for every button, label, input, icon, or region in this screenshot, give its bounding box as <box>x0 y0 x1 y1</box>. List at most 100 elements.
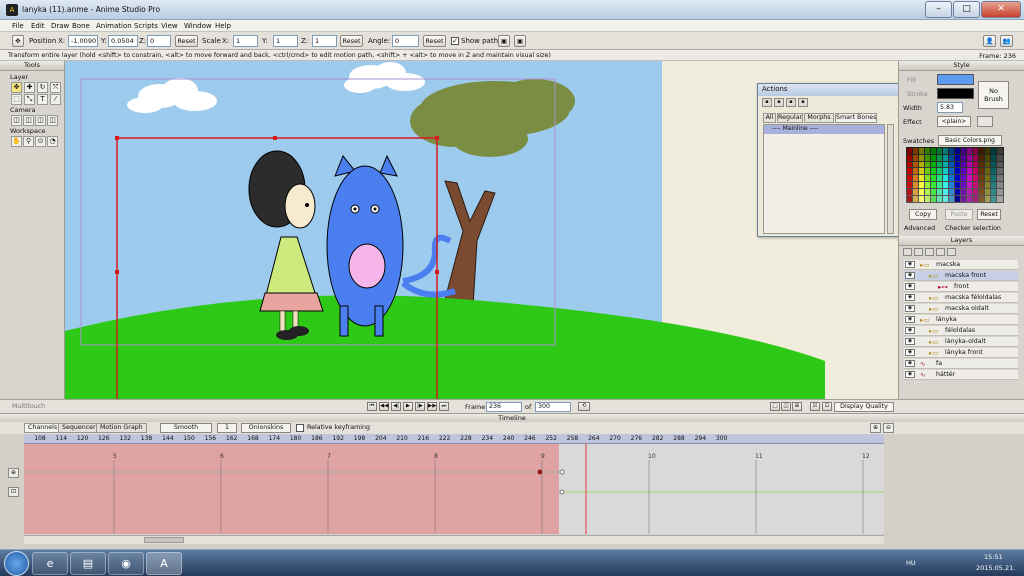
view-single-icon[interactable]: □ <box>770 402 780 411</box>
layer-row[interactable]: ◉ ▸▭ lányka-oldalt <box>904 337 1018 347</box>
shear-tool-icon[interactable]: ⤧ <box>50 82 61 93</box>
tab-morphs[interactable]: Morphs <box>804 113 834 123</box>
perspective-tool-icon[interactable]: ⤡ <box>24 94 35 105</box>
loop-button[interactable]: ⟲ <box>578 402 590 411</box>
swatch[interactable] <box>996 194 1004 204</box>
display-quality-button[interactable]: Display Quality <box>834 402 894 412</box>
prev-key-button[interactable]: ◀| <box>391 402 401 411</box>
frame-field[interactable]: 236 <box>486 402 522 412</box>
total-frames-field[interactable]: 300 <box>535 402 571 412</box>
position-z-field[interactable]: 0 <box>147 35 171 47</box>
scale-x-field[interactable]: 1 <box>233 35 258 47</box>
visibility-eye-icon[interactable]: ◉ <box>905 305 915 312</box>
clock-date[interactable]: 2015.05.21. <box>976 564 1015 572</box>
view-split-icon[interactable]: ◫ <box>781 402 791 411</box>
close-button[interactable]: ✕ <box>981 1 1021 18</box>
swatch[interactable] <box>996 160 1004 170</box>
swatch[interactable] <box>996 153 1004 163</box>
rotate-workspace-tool-icon[interactable]: ⊙ <box>35 136 46 147</box>
visibility-eye-icon[interactable]: ◉ <box>905 272 915 279</box>
visibility-eye-icon[interactable]: ◉ <box>905 283 915 290</box>
visibility-eye-icon[interactable]: ◉ <box>905 327 915 334</box>
menu-bone[interactable]: Bone <box>72 22 90 30</box>
new-layer-icon[interactable] <box>903 248 912 256</box>
eyedropper-tool-icon[interactable]: ⁄ <box>50 94 61 105</box>
scale-reset-button[interactable]: Reset <box>340 35 363 47</box>
checker-selection-checkbox[interactable]: Checker selection <box>945 225 1001 232</box>
position-x-field[interactable]: -1.0090 <box>68 35 98 47</box>
menu-view[interactable]: View <box>161 22 178 30</box>
visibility-eye-icon[interactable]: ◉ <box>905 261 915 268</box>
transform-layer-icon[interactable]: ✥ <box>12 35 24 47</box>
visibility-eye-icon[interactable]: ◉ <box>905 349 915 356</box>
fit-view-icon[interactable]: ⊡ <box>822 402 832 411</box>
ie-icon[interactable]: e <box>32 552 68 575</box>
angle-reset-button[interactable]: Reset <box>423 35 446 47</box>
hand-tool-icon[interactable]: ✋ <box>11 136 22 147</box>
start-button-icon[interactable] <box>4 551 29 576</box>
step-forward-button[interactable]: ▶▶ <box>427 402 437 411</box>
play-button[interactable]: ▶ <box>403 402 413 411</box>
actions-window[interactable]: Actions ▪ ▪ ▪ ▪ All Regular Morphs Smart… <box>757 83 899 237</box>
rewind-button[interactable]: ⏮ <box>367 402 377 411</box>
no-brush-button[interactable]: No Brush <box>978 81 1009 109</box>
layer-options-icon[interactable] <box>947 248 956 256</box>
style-reset-button[interactable]: Reset <box>977 209 1001 220</box>
fill-swatch[interactable] <box>937 74 974 85</box>
set-origin-tool-icon[interactable]: ✚ <box>24 82 35 93</box>
anime-studio-icon[interactable]: A <box>146 552 182 575</box>
view-quad-icon[interactable]: ⊞ <box>792 402 802 411</box>
user-icon[interactable]: 👤 <box>983 35 996 47</box>
menu-file[interactable]: File <box>12 22 24 30</box>
layer-row[interactable]: ◉ ▸▭ macska <box>904 260 1018 270</box>
angle-field[interactable]: 0 <box>392 35 419 47</box>
end-button[interactable]: ⏭ <box>439 402 449 411</box>
timeline-scrollbar[interactable] <box>24 535 884 544</box>
layer-row[interactable]: ◉ ∿ fa <box>904 359 1018 369</box>
visibility-eye-icon[interactable]: ◉ <box>905 371 915 378</box>
interval-dropdown[interactable]: 1 <box>217 423 237 433</box>
scale-z-field[interactable]: 1 <box>312 35 337 47</box>
swatch-palette[interactable] <box>906 147 1004 204</box>
new-action-icon[interactable]: ▪ <box>762 98 772 107</box>
visibility-eye-icon[interactable]: ◉ <box>905 294 915 301</box>
minimize-button[interactable]: – <box>925 1 952 18</box>
scale-y-field[interactable]: 1 <box>273 35 298 47</box>
effect-dropdown[interactable]: <plain> <box>937 116 971 127</box>
delete-layer-icon[interactable] <box>925 248 934 256</box>
users-icon[interactable]: 👥 <box>1000 35 1013 47</box>
layer-row[interactable]: ◉ ▸▭ macska front <box>904 271 1018 281</box>
duplicate-action-icon[interactable]: ▪ <box>774 98 784 107</box>
step-back-button[interactable]: ◀◀ <box>379 402 389 411</box>
tab-motion-graph[interactable]: Motion Graph <box>96 423 147 433</box>
visibility-eye-icon[interactable]: ◉ <box>905 360 915 367</box>
swatch[interactable] <box>996 167 1004 176</box>
swatches-dropdown[interactable]: Basic Colors.png <box>938 135 1002 146</box>
paste-button[interactable]: Paste <box>945 209 973 220</box>
relative-keyframing-checkbox[interactable] <box>296 424 304 432</box>
timeline-track-graphics[interactable]: 5 6 7 8 9 10 11 12 <box>24 444 884 534</box>
maximize-button[interactable]: □ <box>953 1 980 18</box>
scrollbar-thumb[interactable] <box>144 537 184 543</box>
swatch[interactable] <box>996 174 1004 183</box>
layer-row[interactable]: ◉ ▸⊶ front <box>904 282 1018 292</box>
width-field[interactable]: 5.83 <box>937 102 963 113</box>
zoom-camera-tool-icon[interactable]: ◫ <box>23 115 34 126</box>
path-option-2-icon[interactable]: ▣ <box>514 35 526 47</box>
menu-scripts[interactable]: Scripts <box>134 22 158 30</box>
track-camera-tool-icon[interactable]: ◫ <box>11 115 22 126</box>
interpolation-dropdown[interactable]: Smooth <box>160 423 212 433</box>
tab-regular[interactable]: Regular <box>777 113 803 123</box>
zoom-out-icon[interactable]: ⊖ <box>883 423 894 433</box>
orbit-workspace-tool-icon[interactable]: ◔ <box>47 136 58 147</box>
transform-layer-tool-icon[interactable]: ✥ <box>11 82 22 93</box>
swatch[interactable] <box>996 187 1004 197</box>
language-indicator[interactable]: HU <box>906 559 916 567</box>
layer-row[interactable]: ◉ ▸▭ lányka front <box>904 348 1018 358</box>
tab-all[interactable]: All <box>763 113 776 123</box>
layer-settings-icon[interactable] <box>936 248 945 256</box>
layer-row[interactable]: ◉ ▸▭ macska oldalt <box>904 304 1018 314</box>
layer-row[interactable]: ◉ ▸▭ macska féloldalas <box>904 293 1018 303</box>
zoom-in-icon[interactable]: ⊕ <box>870 423 881 433</box>
visibility-eye-icon[interactable]: ◉ <box>905 338 915 345</box>
